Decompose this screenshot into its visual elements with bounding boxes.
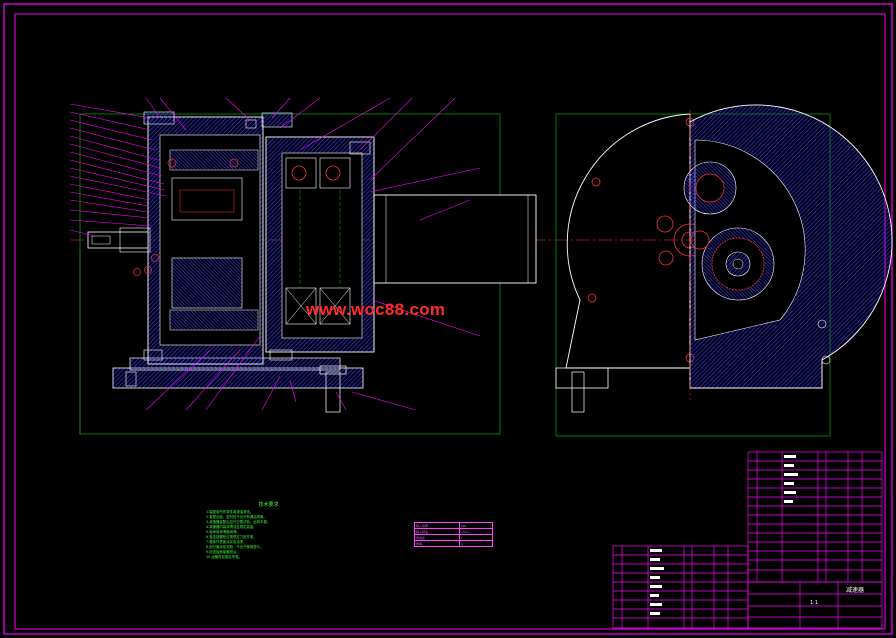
table-row: 效率 η — [413, 540, 493, 547]
spec-label: 效率 — [413, 540, 461, 547]
watermark-text: www.woc88.com — [306, 300, 446, 319]
side-view — [555, 104, 893, 437]
parts-list — [612, 451, 883, 629]
front-section-view — [69, 97, 700, 435]
spec-unit: η — [459, 540, 493, 547]
spec-table: 输入功率 kW 输入转速 r/min 传动比 i 效率 η — [413, 522, 493, 554]
note-line: 10.运输时应固定牢靠。 — [206, 555, 242, 559]
notes-title: 技术要求 — [258, 502, 279, 508]
technical-notes: 技术要求 1.装配前所有零件用煤油清洗。 2.各配合面、密封处不允许有漏油现象。… — [206, 501, 331, 560]
title-block-scale: 1:1 — [810, 600, 818, 606]
title-block-name: 减速器 — [846, 586, 864, 594]
